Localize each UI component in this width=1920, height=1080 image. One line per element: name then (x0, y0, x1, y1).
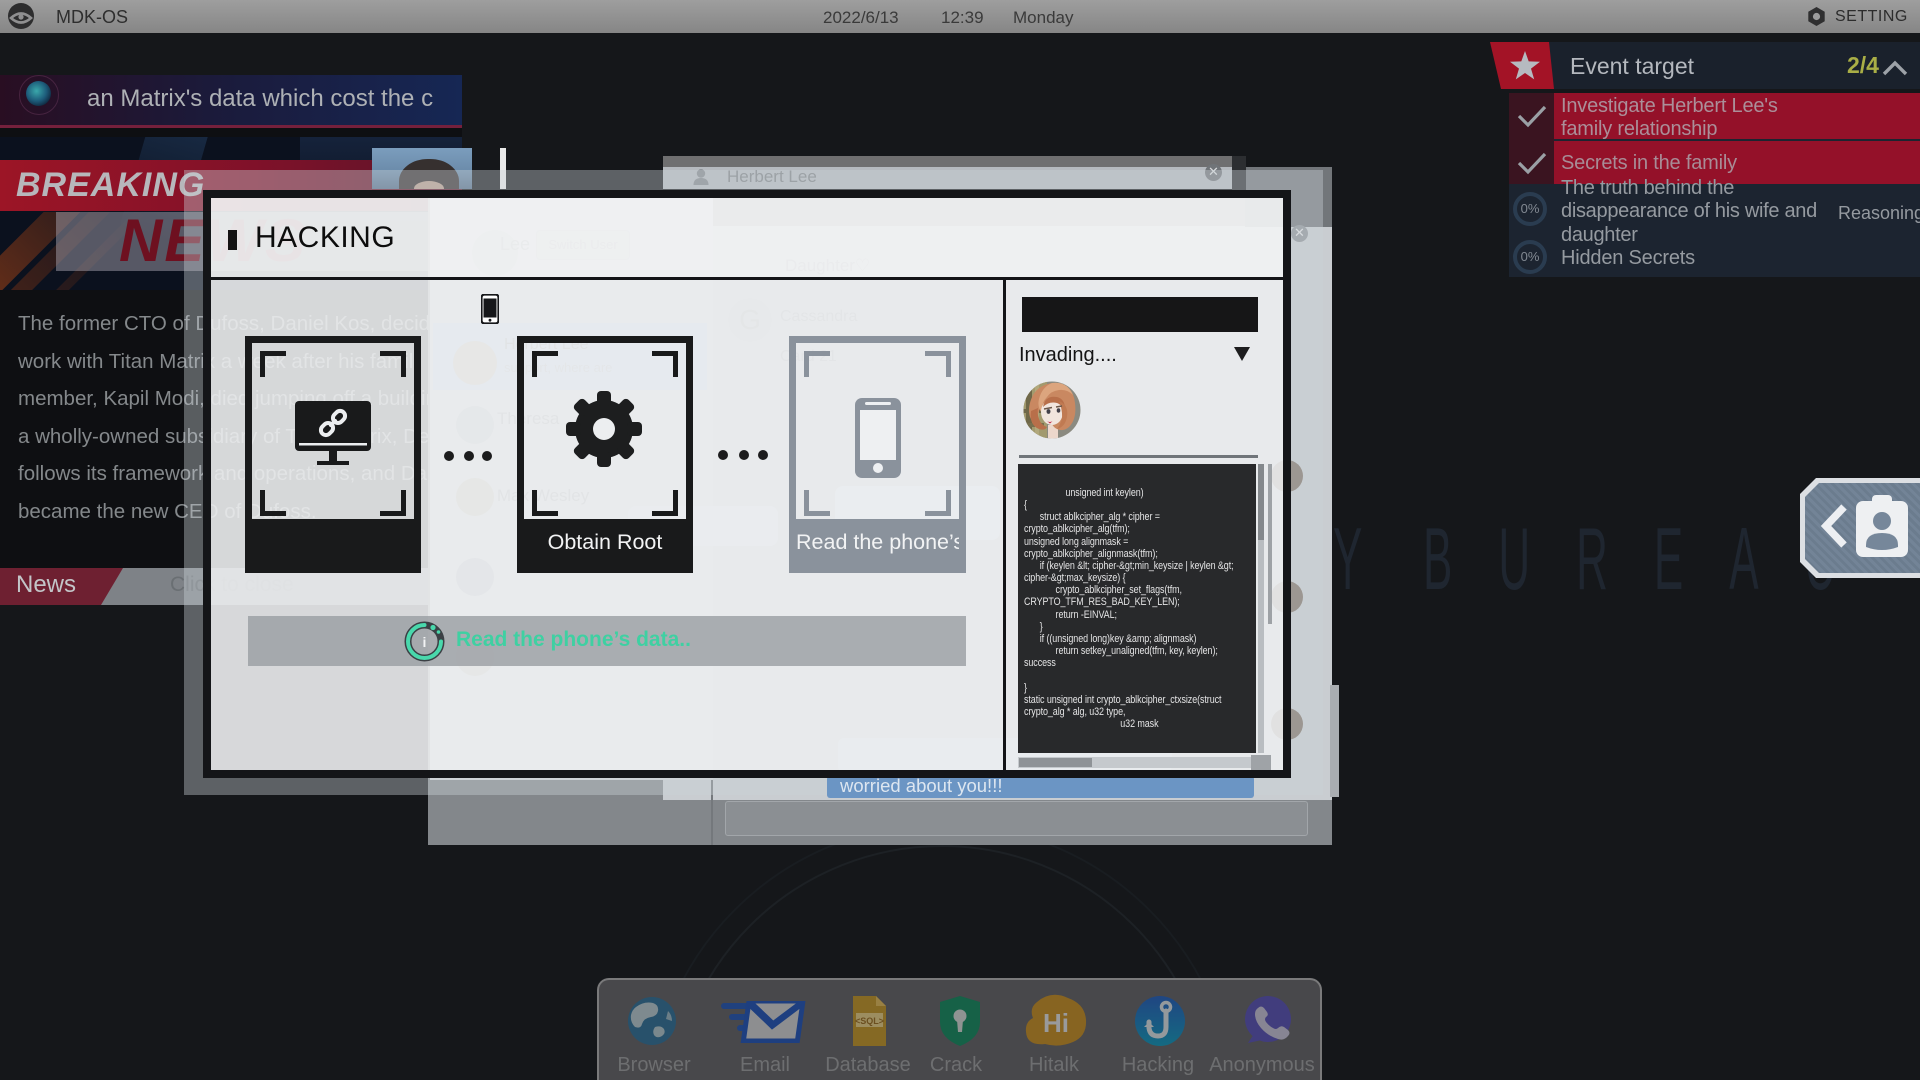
svg-text:i: i (423, 634, 427, 650)
svg-text:<SQL>: <SQL> (855, 1016, 884, 1026)
svg-text:Hi: Hi (1043, 1008, 1069, 1038)
